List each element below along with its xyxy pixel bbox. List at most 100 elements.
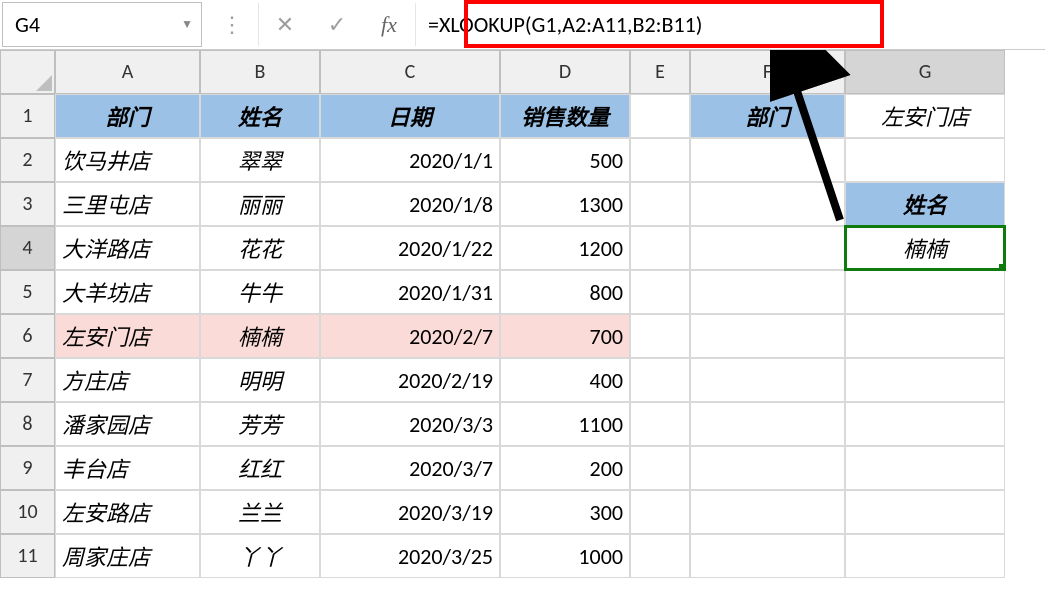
- name-box-dropdown-icon[interactable]: ▼: [181, 17, 193, 32]
- cell-F2[interactable]: [690, 138, 845, 182]
- cell-B5[interactable]: 牛牛: [200, 270, 320, 314]
- cell-B9[interactable]: 红红: [200, 446, 320, 490]
- cancel-icon[interactable]: ✕: [259, 0, 311, 49]
- cell-F11[interactable]: [690, 534, 845, 578]
- cell-G6[interactable]: [845, 314, 1005, 358]
- row-header-2[interactable]: 2: [0, 138, 55, 182]
- formula-input[interactable]: =XLOOKUP(G1,A2:A11,B2:B11): [416, 0, 1045, 49]
- cell-E1[interactable]: [630, 94, 690, 138]
- cell-C1[interactable]: 日期: [320, 94, 500, 138]
- cell-D4[interactable]: 1200: [500, 226, 630, 270]
- cell-E4[interactable]: [630, 226, 690, 270]
- cell-E10[interactable]: [630, 490, 690, 534]
- fx-icon[interactable]: fx: [363, 0, 415, 49]
- cell-D8[interactable]: 1100: [500, 402, 630, 446]
- cell-A2[interactable]: 饮马井店: [55, 138, 200, 182]
- cell-A3[interactable]: 三里屯店: [55, 182, 200, 226]
- cell-G4[interactable]: 楠楠: [845, 226, 1005, 270]
- cell-D7[interactable]: 400: [500, 358, 630, 402]
- cell-C5[interactable]: 2020/1/31: [320, 270, 500, 314]
- cell-A1[interactable]: 部门: [55, 94, 200, 138]
- cell-G10[interactable]: [845, 490, 1005, 534]
- cell-F9[interactable]: [690, 446, 845, 490]
- cell-C8[interactable]: 2020/3/3: [320, 402, 500, 446]
- cell-D1[interactable]: 销售数量: [500, 94, 630, 138]
- cell-F4[interactable]: [690, 226, 845, 270]
- cell-A4[interactable]: 大洋路店: [55, 226, 200, 270]
- row-header-4[interactable]: 4: [0, 226, 55, 270]
- row-header-3[interactable]: 3: [0, 182, 55, 226]
- cell-E8[interactable]: [630, 402, 690, 446]
- cell-D5[interactable]: 800: [500, 270, 630, 314]
- row-header-6[interactable]: 6: [0, 314, 55, 358]
- col-header-B[interactable]: B: [200, 50, 320, 94]
- cell-F6[interactable]: [690, 314, 845, 358]
- cell-A11[interactable]: 周家庄店: [55, 534, 200, 578]
- cell-B6[interactable]: 楠楠: [200, 314, 320, 358]
- cell-G8[interactable]: [845, 402, 1005, 446]
- cell-D3[interactable]: 1300: [500, 182, 630, 226]
- spreadsheet-grid[interactable]: A B C D E F G 1 部门 姓名 日期 销售数量 部门 左安门店 2 …: [0, 50, 1045, 578]
- cell-C10[interactable]: 2020/3/19: [320, 490, 500, 534]
- cell-D2[interactable]: 500: [500, 138, 630, 182]
- cell-E5[interactable]: [630, 270, 690, 314]
- cell-B7[interactable]: 明明: [200, 358, 320, 402]
- cell-A5[interactable]: 大羊坊店: [55, 270, 200, 314]
- row-header-8[interactable]: 8: [0, 402, 55, 446]
- cell-G11[interactable]: [845, 534, 1005, 578]
- cell-C2[interactable]: 2020/1/1: [320, 138, 500, 182]
- cell-C7[interactable]: 2020/2/19: [320, 358, 500, 402]
- row-header-10[interactable]: 10: [0, 490, 55, 534]
- cell-B2[interactable]: 翠翠: [200, 138, 320, 182]
- cell-E3[interactable]: [630, 182, 690, 226]
- cell-B10[interactable]: 兰兰: [200, 490, 320, 534]
- cell-B3[interactable]: 丽丽: [200, 182, 320, 226]
- cell-A6[interactable]: 左安门店: [55, 314, 200, 358]
- cell-B11[interactable]: 丫丫: [200, 534, 320, 578]
- cell-F7[interactable]: [690, 358, 845, 402]
- cell-E11[interactable]: [630, 534, 690, 578]
- cell-F5[interactable]: [690, 270, 845, 314]
- row-header-5[interactable]: 5: [0, 270, 55, 314]
- cell-F3[interactable]: [690, 182, 845, 226]
- cell-A10[interactable]: 左安路店: [55, 490, 200, 534]
- cell-F8[interactable]: [690, 402, 845, 446]
- row-header-7[interactable]: 7: [0, 358, 55, 402]
- cell-G1[interactable]: 左安门店: [845, 94, 1005, 138]
- cell-B8[interactable]: 芳芳: [200, 402, 320, 446]
- row-header-1[interactable]: 1: [0, 94, 55, 138]
- cell-C11[interactable]: 2020/3/25: [320, 534, 500, 578]
- col-header-G[interactable]: G: [845, 50, 1005, 94]
- cell-C9[interactable]: 2020/3/7: [320, 446, 500, 490]
- cell-E2[interactable]: [630, 138, 690, 182]
- cell-A8[interactable]: 潘家园店: [55, 402, 200, 446]
- cell-B1[interactable]: 姓名: [200, 94, 320, 138]
- cell-G5[interactable]: [845, 270, 1005, 314]
- cell-C3[interactable]: 2020/1/8: [320, 182, 500, 226]
- select-all-corner[interactable]: [0, 50, 55, 94]
- cell-G9[interactable]: [845, 446, 1005, 490]
- enter-icon[interactable]: ✓: [311, 0, 363, 49]
- cell-G7[interactable]: [845, 358, 1005, 402]
- row-header-9[interactable]: 9: [0, 446, 55, 490]
- col-header-D[interactable]: D: [500, 50, 630, 94]
- cell-G3[interactable]: 姓名: [845, 182, 1005, 226]
- cell-D6[interactable]: 700: [500, 314, 630, 358]
- cell-A9[interactable]: 丰台店: [55, 446, 200, 490]
- col-header-C[interactable]: C: [320, 50, 500, 94]
- cell-F10[interactable]: [690, 490, 845, 534]
- col-header-F[interactable]: F: [690, 50, 845, 94]
- cell-E6[interactable]: [630, 314, 690, 358]
- cell-D10[interactable]: 300: [500, 490, 630, 534]
- cell-D11[interactable]: 1000: [500, 534, 630, 578]
- cell-C6[interactable]: 2020/2/7: [320, 314, 500, 358]
- cell-F1[interactable]: 部门: [690, 94, 845, 138]
- cell-E9[interactable]: [630, 446, 690, 490]
- cell-E7[interactable]: [630, 358, 690, 402]
- row-header-11[interactable]: 11: [0, 534, 55, 578]
- cell-B4[interactable]: 花花: [200, 226, 320, 270]
- name-box[interactable]: G4 ▼: [2, 2, 202, 47]
- cell-A7[interactable]: 方庄店: [55, 358, 200, 402]
- cell-G2[interactable]: [845, 138, 1005, 182]
- col-header-A[interactable]: A: [55, 50, 200, 94]
